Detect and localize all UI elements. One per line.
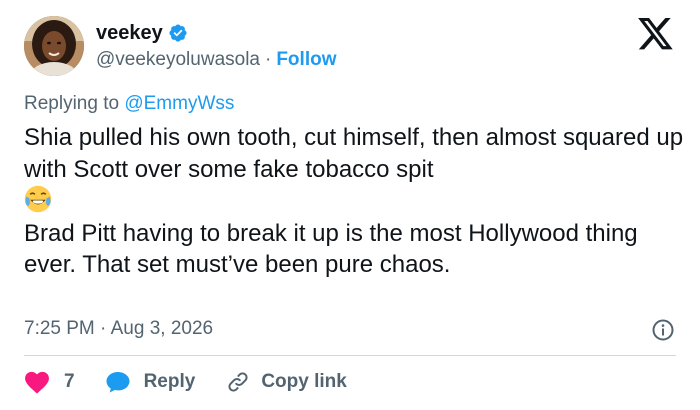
- avatar-image: [24, 16, 84, 76]
- tweet-embed-card: veekey @veekeyoluwasola · Follow Replyin…: [0, 0, 700, 410]
- like-button[interactable]: 7: [24, 370, 75, 394]
- tweet-paragraph-1: Shia pulled his own tooth, cut himself, …: [24, 122, 684, 218]
- copy-link-button[interactable]: Copy link: [225, 370, 347, 394]
- face-with-tears-of-joy-icon: [24, 185, 52, 213]
- x-logo-icon[interactable]: [638, 18, 674, 52]
- meta-separator: ·: [100, 318, 107, 339]
- reply-bubble-icon: [106, 372, 130, 393]
- verified-badge-icon: [168, 23, 188, 43]
- heart-icon: [25, 371, 49, 394]
- handle-separator: ·: [265, 49, 272, 70]
- reply-label: Reply: [143, 371, 196, 392]
- replying-to-prefix: Replying to: [24, 93, 120, 114]
- tweet-paragraph-2: Brad Pitt having to break it up is the m…: [24, 219, 638, 279]
- replying-to-line: Replying to @EmmyWss: [24, 92, 234, 116]
- like-count: 7: [64, 371, 75, 392]
- info-icon[interactable]: [651, 318, 675, 342]
- divider: [24, 355, 676, 356]
- tweet-text: Shia pulled his own tooth, cut himself, …: [24, 122, 684, 281]
- tweet-timestamp[interactable]: 7:25 PM · Aug 3, 2026: [24, 317, 213, 341]
- link-icon: [228, 372, 248, 392]
- tweet-actions: 7 Reply Copy link: [24, 370, 347, 394]
- author-handle-row: @veekeyoluwasola · Follow: [96, 48, 336, 72]
- replying-to-mention[interactable]: @EmmyWss: [124, 93, 234, 114]
- author-name-row: veekey: [96, 21, 188, 45]
- author-display-name[interactable]: veekey: [96, 21, 163, 45]
- follow-button[interactable]: Follow: [276, 48, 336, 72]
- tweet-paragraph-1-text: Shia pulled his own tooth, cut himself, …: [24, 124, 684, 183]
- tweet-time: 7:25 PM: [24, 318, 95, 339]
- author-handle[interactable]: @veekeyoluwasola: [96, 48, 260, 72]
- avatar[interactable]: [24, 16, 84, 76]
- tweet-date: Aug 3, 2026: [110, 318, 214, 339]
- copy-link-label: Copy link: [261, 371, 347, 392]
- reply-button[interactable]: Reply: [105, 370, 196, 394]
